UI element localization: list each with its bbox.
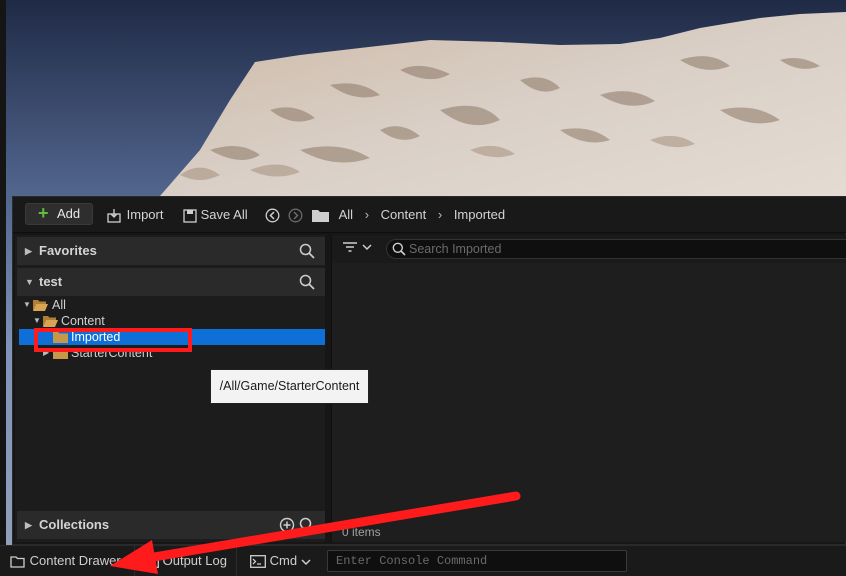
- annotation-arrow: [110, 491, 521, 574]
